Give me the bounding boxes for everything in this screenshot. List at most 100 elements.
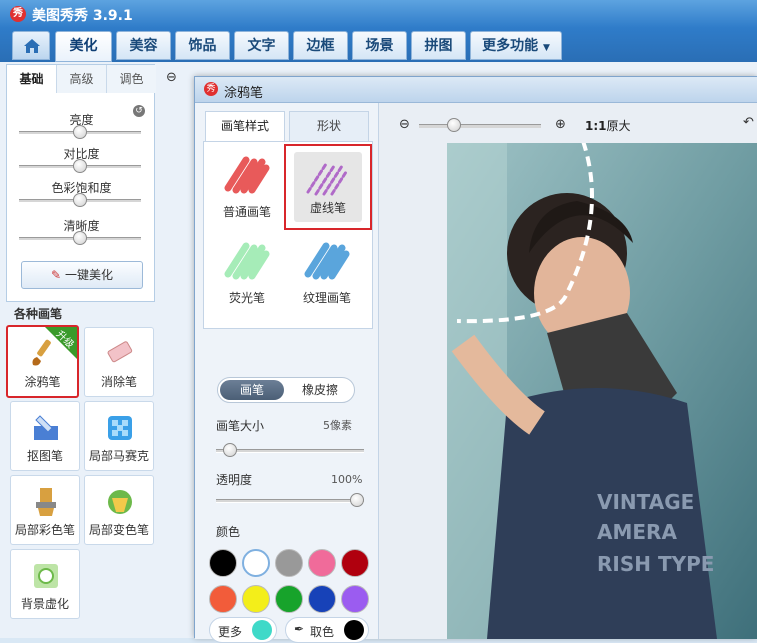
tab-more-features[interactable]: 更多功能 ▼ bbox=[470, 31, 562, 60]
brush-style-grid: 普通画笔 虚线笔 荧光笔 纹理画笔 bbox=[203, 141, 373, 329]
doodle-brush-label: 涂鸦笔 bbox=[24, 375, 61, 389]
dialog-title: 涂鸦笔 bbox=[224, 86, 264, 101]
blur-icon bbox=[34, 564, 58, 588]
dashed-brush-option[interactable]: 虚线笔 bbox=[284, 144, 372, 230]
mosaic-brush-button[interactable]: 局部马赛克 bbox=[84, 401, 154, 471]
color-swatch[interactable] bbox=[341, 585, 369, 613]
saturation-slider[interactable] bbox=[19, 193, 141, 207]
local-color-brush-button[interactable]: 局部彩色笔 bbox=[10, 475, 80, 545]
zoom-slider[interactable] bbox=[419, 118, 541, 132]
slider-knob[interactable] bbox=[350, 493, 364, 507]
one-key-beautify-button[interactable]: ✎ 一键美化 bbox=[21, 261, 143, 289]
doodle-dialog: 秀 涂鸦笔 画笔样式 形状 普通画笔 虚线笔 荧光笔 纹理画笔 画笔 橡皮擦 画… bbox=[194, 76, 757, 643]
zoom-in-icon[interactable]: ⊕ bbox=[555, 117, 566, 132]
tab-frame[interactable]: 边框 bbox=[293, 31, 348, 60]
brush-size-slider[interactable] bbox=[216, 443, 364, 457]
one-key-label: 一键美化 bbox=[64, 268, 113, 282]
picked-color-swatch bbox=[344, 620, 364, 640]
color-swatch[interactable] bbox=[275, 585, 303, 613]
tab-basic[interactable]: 基础 bbox=[7, 65, 57, 93]
color-label: 颜色 bbox=[216, 525, 241, 539]
local-color-brush-label: 局部彩色笔 bbox=[14, 523, 75, 537]
home-icon bbox=[24, 39, 40, 53]
mosaic-brush-label: 局部马赛克 bbox=[88, 449, 149, 463]
opacity-value: 100% bbox=[331, 473, 363, 486]
background-blur-button[interactable]: 背景虚化 bbox=[10, 549, 80, 619]
slider-knob[interactable] bbox=[447, 118, 461, 132]
paint-bucket-icon bbox=[108, 490, 132, 514]
slider-knob[interactable] bbox=[223, 443, 237, 457]
background-blur-label: 背景虚化 bbox=[20, 597, 69, 611]
eraser-toggle-option[interactable]: 橡皮擦 bbox=[288, 380, 352, 400]
slider-knob[interactable] bbox=[73, 159, 87, 173]
opacity-label: 透明度 bbox=[216, 473, 253, 487]
contrast-slider[interactable] bbox=[19, 159, 141, 173]
texture-stroke-icon bbox=[304, 242, 350, 280]
color-swatch[interactable] bbox=[341, 549, 369, 577]
more-colors-label: 更多 bbox=[218, 625, 243, 639]
zoom-ratio-suffix: 原大 bbox=[606, 119, 631, 133]
color-swatch[interactable] bbox=[209, 585, 237, 613]
texture-brush-label: 纹理画笔 bbox=[302, 291, 351, 305]
sharpness-slider[interactable] bbox=[19, 231, 141, 245]
brush-size-value: 5像素 bbox=[323, 419, 352, 432]
tab-brush-style[interactable]: 画笔样式 bbox=[205, 111, 285, 142]
undo-icon[interactable]: ↶ bbox=[743, 115, 754, 130]
magic-wand-icon: ✎ bbox=[51, 268, 62, 282]
tab-advanced[interactable]: 高级 bbox=[57, 65, 107, 93]
svg-text:VINTAGE: VINTAGE bbox=[597, 490, 694, 514]
chevron-down-icon: ▼ bbox=[542, 43, 550, 53]
slider-knob[interactable] bbox=[73, 193, 87, 207]
home-button[interactable] bbox=[12, 31, 50, 60]
zoom-out-icon[interactable]: ⊖ bbox=[399, 117, 410, 132]
tab-scene[interactable]: 场景 bbox=[352, 31, 407, 60]
eraser-brush-label: 消除笔 bbox=[100, 375, 137, 389]
more-color-swatch bbox=[252, 620, 272, 640]
dialog-logo-icon: 秀 bbox=[204, 82, 218, 96]
photo-canvas[interactable]: VINTAGE AMERA RISH TYPE bbox=[447, 143, 757, 639]
opacity-slider[interactable] bbox=[216, 493, 364, 507]
zoom-ratio: 1:1原大 bbox=[585, 117, 631, 134]
slider-knob[interactable] bbox=[73, 231, 87, 245]
tab-more-label: 更多功能 bbox=[482, 38, 539, 54]
texture-brush-option[interactable]: 纹理画笔 bbox=[288, 232, 366, 312]
cutout-brush-button[interactable]: 抠图笔 bbox=[10, 401, 80, 471]
eyedropper-icon: ✒ bbox=[294, 622, 305, 636]
tab-collage[interactable]: 拼图 bbox=[411, 31, 466, 60]
color-swatch[interactable] bbox=[242, 549, 270, 577]
tab-beauty[interactable]: 美容 bbox=[116, 31, 171, 60]
color-swatch[interactable] bbox=[275, 549, 303, 577]
eraser-brush-button[interactable]: 消除笔 bbox=[84, 327, 154, 397]
color-brush-icon bbox=[36, 488, 56, 516]
cutout-pen-icon bbox=[34, 415, 58, 440]
dialog-title-bar: 秀 涂鸦笔 bbox=[195, 77, 757, 103]
color-swatch[interactable] bbox=[209, 549, 237, 577]
tab-beautify[interactable]: 美化 bbox=[55, 31, 112, 62]
highlighter-brush-label: 荧光笔 bbox=[228, 291, 265, 305]
pen-toggle-option[interactable]: 画笔 bbox=[220, 380, 284, 400]
zoom-out-icon[interactable]: ⊖ bbox=[166, 70, 177, 85]
local-recolor-brush-button[interactable]: 局部变色笔 bbox=[84, 475, 154, 545]
tab-color-adjust[interactable]: 调色 bbox=[107, 65, 156, 93]
brushes-section-title: 各种画笔 bbox=[14, 307, 63, 321]
highlighter-brush-option[interactable]: 荧光笔 bbox=[208, 232, 286, 312]
doodle-brush-button[interactable]: 升级 涂鸦笔 bbox=[6, 325, 79, 398]
dashed-brush-label: 虚线笔 bbox=[309, 201, 346, 215]
color-swatch[interactable] bbox=[242, 585, 270, 613]
canvas-area: ⊖ ⊕ 1:1原大 ↶ VINTAGE AMERA RISH TYPE bbox=[378, 103, 757, 639]
normal-brush-label: 普通画笔 bbox=[222, 205, 271, 219]
more-colors-button[interactable]: 更多 bbox=[209, 617, 277, 643]
color-picker-button[interactable]: ✒ 取色 bbox=[285, 617, 369, 643]
pick-color-label: 取色 bbox=[310, 625, 335, 639]
tab-accessories[interactable]: 饰品 bbox=[175, 31, 230, 60]
normal-brush-option[interactable]: 普通画笔 bbox=[208, 146, 286, 226]
tab-text[interactable]: 文字 bbox=[234, 31, 289, 60]
photo-image: VINTAGE AMERA RISH TYPE bbox=[447, 143, 757, 639]
tab-shape[interactable]: 形状 bbox=[289, 111, 369, 141]
brightness-slider[interactable] bbox=[19, 125, 141, 139]
main-tab-bar: 美化 美容 饰品 文字 边框 场景 拼图 更多功能 ▼ bbox=[0, 28, 757, 62]
slider-knob[interactable] bbox=[73, 125, 87, 139]
color-swatch[interactable] bbox=[308, 549, 336, 577]
local-recolor-brush-label: 局部变色笔 bbox=[88, 523, 149, 537]
color-swatch[interactable] bbox=[308, 585, 336, 613]
